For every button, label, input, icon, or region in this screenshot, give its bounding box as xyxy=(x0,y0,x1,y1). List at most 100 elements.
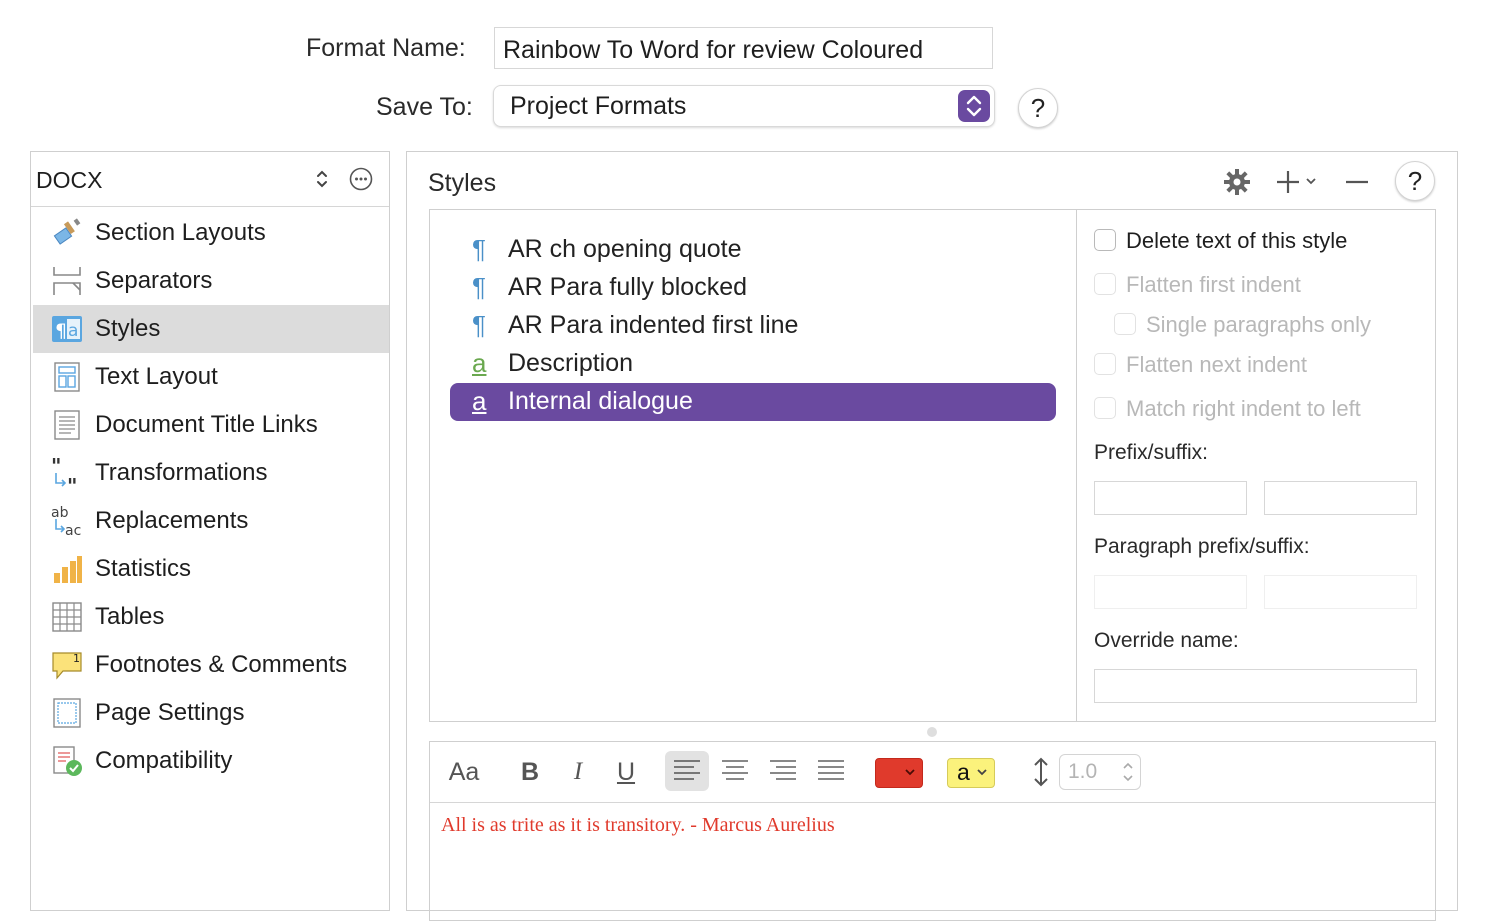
justify-icon xyxy=(818,760,844,780)
sidebar-item-section-layouts[interactable]: Section Layouts xyxy=(33,209,389,257)
add-style-button[interactable] xyxy=(1275,168,1317,196)
highlight-color-well[interactable]: a xyxy=(947,758,995,788)
flatten-next-indent-label: Flatten next indent xyxy=(1126,352,1308,377)
help-button[interactable]: ? xyxy=(1018,88,1058,128)
paragraph-prefix-input[interactable] xyxy=(1094,575,1247,609)
paragraph-prefix-suffix-label: Paragraph prefix/suffix: xyxy=(1094,535,1310,558)
align-left-button[interactable] xyxy=(665,751,709,791)
save-to-value: Project Formats xyxy=(510,92,687,120)
sidebar-item-label: Page Settings xyxy=(95,699,245,726)
save-to-label: Save To: xyxy=(376,93,473,121)
quotes-transform-icon: " " xyxy=(51,454,83,498)
style-options: Delete text of this style Flatten first … xyxy=(1076,209,1436,722)
align-right-button[interactable] xyxy=(761,751,805,791)
sidebar-item-separators[interactable]: Separators xyxy=(33,257,389,305)
align-left-icon xyxy=(674,760,700,780)
font-button[interactable]: Aa xyxy=(442,752,486,792)
popup-stepper-icon xyxy=(958,90,990,122)
preview-editor: Aa B I U a 1.0 All is as trite as it is … xyxy=(429,741,1436,921)
sidebar-item-label: Footnotes & Comments xyxy=(95,651,348,678)
sidebar-item-label: Section Layouts xyxy=(95,219,266,246)
justify-button[interactable] xyxy=(809,751,853,791)
line-spacing-icon xyxy=(1030,756,1052,788)
line-spacing-value: 1.0 xyxy=(1068,760,1098,783)
sidebar: DOCX Section Layouts Separators ¶ a Style… xyxy=(30,151,390,911)
more-options-icon[interactable] xyxy=(349,167,373,191)
paragraph-style-icon: ¶ xyxy=(472,310,486,340)
flatten-first-indent-checkbox[interactable] xyxy=(1094,273,1116,295)
single-paragraphs-checkbox[interactable] xyxy=(1114,313,1136,335)
character-style-icon: a xyxy=(472,386,487,416)
sidebar-item-compatibility[interactable]: Compatibility xyxy=(33,737,389,785)
sidebar-item-label: Replacements xyxy=(95,507,249,534)
sidebar-item-replacements[interactable]: ab ac Replacements xyxy=(33,497,389,545)
svg-text:1: 1 xyxy=(73,652,80,665)
footnote-icon: 1 xyxy=(51,649,83,681)
text-color-well[interactable] xyxy=(875,758,923,788)
sidebar-item-transformations[interactable]: " " Transformations xyxy=(33,449,389,498)
document-icon xyxy=(51,409,83,441)
underline-button[interactable]: U xyxy=(610,752,642,792)
paragraph-style-icon: ¶ xyxy=(472,272,486,302)
list-item[interactable]: ¶ AR Para fully blocked xyxy=(450,269,1056,307)
line-spacing-field[interactable]: 1.0 xyxy=(1059,754,1141,790)
style-name: AR Para fully blocked xyxy=(508,273,748,301)
chevron-down-icon xyxy=(977,769,987,776)
sidebar-item-tables[interactable]: Tables xyxy=(33,593,389,641)
styles-icon: ¶ a xyxy=(51,313,83,345)
style-name: Description xyxy=(508,349,634,377)
gear-icon[interactable] xyxy=(1223,168,1251,196)
svg-text:¶: ¶ xyxy=(55,320,67,342)
remove-style-button[interactable] xyxy=(1345,168,1369,196)
format-name-value: Rainbow To Word for review Coloured xyxy=(503,36,924,64)
format-toolbar: Aa B I U a 1.0 xyxy=(430,742,1435,803)
sidebar-item-statistics[interactable]: Statistics xyxy=(33,545,389,593)
prefix-input[interactable] xyxy=(1094,481,1247,515)
save-to-popup[interactable]: Project Formats xyxy=(493,85,995,127)
match-right-indent-checkbox[interactable] xyxy=(1094,397,1116,419)
list-item[interactable]: ¶ AR ch opening quote xyxy=(450,231,1056,269)
sidebar-item-document-title-links[interactable]: Document Title Links xyxy=(33,401,389,449)
align-center-button[interactable] xyxy=(713,751,757,791)
list-item[interactable]: ¶ AR Para indented first line xyxy=(450,307,1056,345)
svg-text:": " xyxy=(67,474,77,489)
suffix-input[interactable] xyxy=(1264,481,1417,515)
character-style-icon: a xyxy=(472,348,487,378)
list-item-selected[interactable]: a Internal dialogue xyxy=(450,383,1056,421)
split-handle[interactable] xyxy=(927,727,937,737)
italic-button[interactable]: I xyxy=(562,752,594,792)
preview-text[interactable]: All is as trite as it is transitory. - M… xyxy=(441,814,835,837)
svg-text:ac: ac xyxy=(65,523,81,537)
styles-list: ¶ AR ch opening quote ¶ AR Para fully bl… xyxy=(429,209,1077,722)
sidebar-item-label: Document Title Links xyxy=(95,411,318,438)
replacements-icon: ab ac xyxy=(51,505,83,539)
flatten-first-indent-label: Flatten first indent xyxy=(1126,272,1301,297)
prefix-suffix-label: Prefix/suffix: xyxy=(1094,441,1208,464)
sidebar-item-label: Statistics xyxy=(95,555,192,582)
styles-help-button[interactable]: ? xyxy=(1395,161,1435,201)
styles-panel: Styles ? ¶ AR ch opening quote ¶ AR Para… xyxy=(406,151,1458,921)
format-type-selector[interactable]: DOCX xyxy=(31,152,389,207)
sidebar-item-styles[interactable]: ¶ a Styles xyxy=(33,305,389,353)
sidebar-item-text-layout[interactable]: Text Layout xyxy=(33,353,389,401)
paintbrush-icon xyxy=(51,217,83,249)
align-right-icon xyxy=(770,760,796,780)
paragraph-suffix-input[interactable] xyxy=(1264,575,1417,609)
override-name-label: Override name: xyxy=(1094,629,1239,652)
delete-text-checkbox[interactable] xyxy=(1094,229,1116,251)
flatten-next-indent-checkbox[interactable] xyxy=(1094,353,1116,375)
style-name: AR Para indented first line xyxy=(508,311,799,339)
list-item[interactable]: a Description xyxy=(450,345,1056,383)
compatibility-icon xyxy=(51,745,83,777)
chevron-updown-icon xyxy=(313,168,331,190)
override-name-input[interactable] xyxy=(1094,669,1417,703)
match-right-indent-label: Match right indent to left xyxy=(1126,396,1361,421)
stepper-icon[interactable] xyxy=(1120,759,1136,785)
bar-chart-icon xyxy=(51,553,83,585)
sidebar-item-footnotes-comments[interactable]: 1 Footnotes & Comments xyxy=(33,641,389,689)
styles-panel-title: Styles xyxy=(428,169,497,197)
format-name-input[interactable]: Rainbow To Word for review Coloured xyxy=(494,27,993,69)
sidebar-item-page-settings[interactable]: Page Settings xyxy=(33,689,389,737)
svg-text:ab: ab xyxy=(51,505,69,521)
bold-button[interactable]: B xyxy=(514,752,546,792)
